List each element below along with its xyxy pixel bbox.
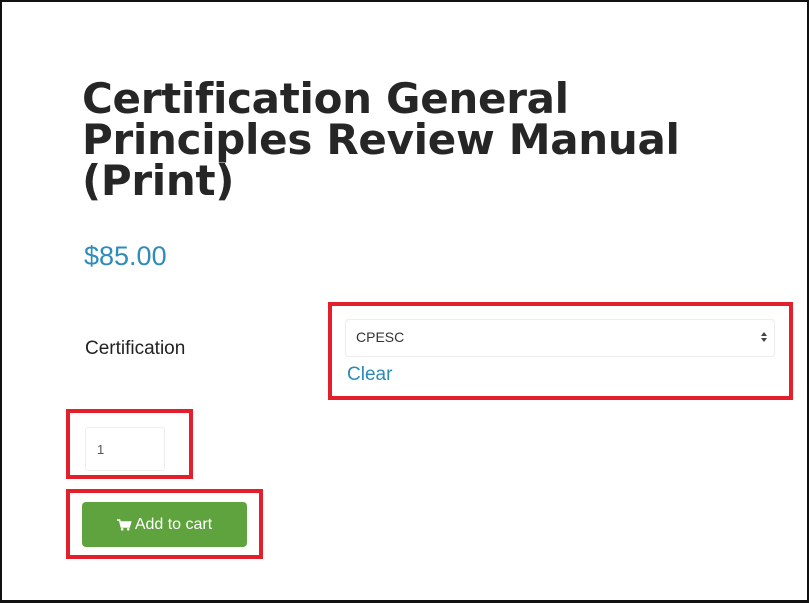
- cart-button-highlight-box: [66, 489, 263, 559]
- product-title: Certification General Principles Review …: [82, 74, 680, 205]
- certification-label: Certification: [85, 338, 186, 359]
- quantity-highlight-box: [66, 409, 193, 479]
- select-highlight-box: [328, 302, 793, 400]
- product-price: $85.00: [84, 241, 167, 271]
